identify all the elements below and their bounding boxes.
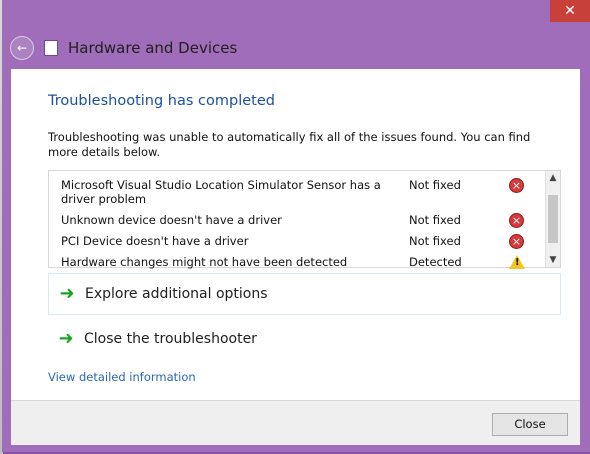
control-panel-icon — [44, 40, 58, 56]
content-panel: Troubleshooting has completed Troublesho… — [11, 69, 580, 400]
navigation-bar: ← Hardware and Devices — [10, 31, 570, 65]
issue-status: Not fixed — [409, 178, 461, 192]
window-close-button[interactable]: ✕ — [550, 0, 590, 22]
issue-text: Unknown device doesn't have a driver — [61, 213, 282, 227]
footer-bar: Close — [11, 400, 580, 445]
scroll-down-icon[interactable]: ▼ — [546, 253, 560, 267]
issue-status: Not fixed — [409, 234, 461, 248]
issue-row: Unknown device doesn't have a driver Not… — [61, 213, 541, 228]
close-button[interactable]: Close — [492, 413, 568, 436]
issue-text: PCI Device doesn't have a driver — [61, 234, 249, 248]
issue-text: Hardware changes might not have been det… — [61, 255, 348, 269]
error-icon: × — [509, 213, 524, 228]
explore-label: Explore additional options — [85, 286, 268, 302]
close-troubleshooter-label: Close the troubleshooter — [84, 331, 257, 347]
issue-status: Detected — [409, 255, 462, 269]
error-icon: × — [509, 178, 524, 193]
issue-text: Microsoft Visual Studio Location Simulat… — [61, 178, 381, 206]
error-icon: × — [509, 234, 524, 249]
close-troubleshooter-link[interactable]: ➜ Close the troubleshooter — [48, 319, 559, 359]
warning-icon: ! — [509, 255, 525, 269]
scroll-thumb[interactable] — [548, 195, 558, 243]
troubleshooter-window: ✕ ← Hardware and Devices Troubleshooting… — [2, 0, 590, 452]
issues-list[interactable]: Microsoft Visual Studio Location Simulat… — [48, 170, 561, 269]
page-heading: Troubleshooting has completed — [48, 93, 275, 109]
arrow-right-icon: ➜ — [58, 328, 74, 349]
arrow-right-icon: ➜ — [59, 283, 75, 304]
result-description: Troubleshooting was unable to automatica… — [48, 130, 531, 159]
issue-row: Hardware changes might not have been det… — [61, 255, 541, 272]
scroll-up-icon[interactable]: ▲ — [546, 171, 560, 185]
back-arrow-icon[interactable]: ← — [10, 36, 34, 60]
view-detailed-information-link[interactable]: View detailed information — [48, 370, 196, 384]
issue-status: Not fixed — [409, 213, 461, 227]
window-title: Hardware and Devices — [68, 39, 238, 57]
issues-scrollbar[interactable]: ▲ ▼ — [545, 171, 560, 267]
explore-additional-options-link[interactable]: ➜ Explore additional options — [48, 273, 561, 315]
issue-row: Microsoft Visual Studio Location Simulat… — [61, 178, 541, 206]
issue-row: PCI Device doesn't have a driver Not fix… — [61, 234, 541, 249]
